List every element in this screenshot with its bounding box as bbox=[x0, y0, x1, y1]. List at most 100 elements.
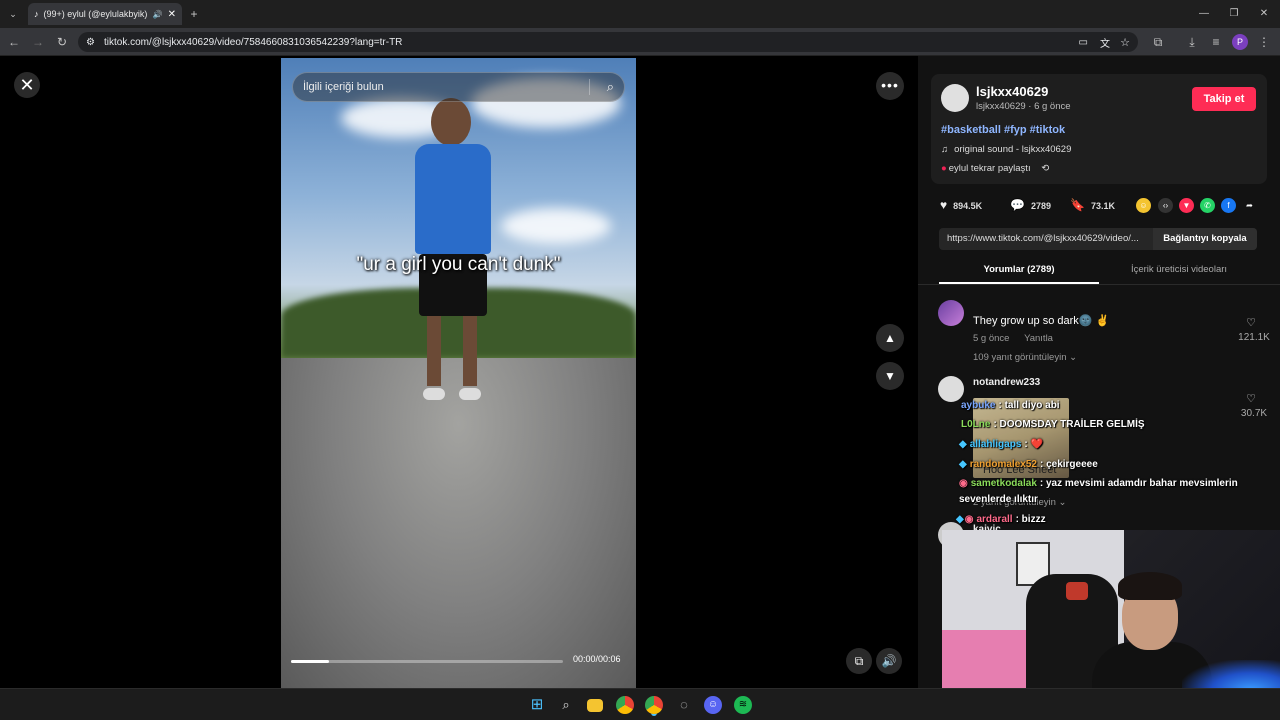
like-stat[interactable]: ♥ 894.5K bbox=[940, 198, 982, 212]
windows-taskbar: ⊞ ⌕ ◌ ☺ ≋ bbox=[0, 688, 1280, 720]
chat-user: randomalex52 bbox=[969, 459, 1037, 470]
reply-link[interactable]: Yanıtla bbox=[1024, 333, 1053, 344]
previous-video-button[interactable]: ▲ bbox=[876, 324, 904, 352]
files-icon[interactable] bbox=[587, 699, 603, 712]
whatsapp-icon[interactable]: ✆ bbox=[1200, 198, 1215, 213]
copy-link-button[interactable]: Bağlantıyı kopyala bbox=[1153, 228, 1257, 250]
view-replies-link[interactable]: 109 yanıt görüntüleyin ⌄ bbox=[973, 352, 1077, 363]
forward-icon[interactable]: → bbox=[30, 33, 46, 51]
comment-time: 5 g önce bbox=[973, 333, 1010, 344]
profile-avatar[interactable]: P bbox=[1232, 34, 1248, 50]
comment-icon: 💬 bbox=[1010, 198, 1025, 212]
tab-list-icon[interactable]: ⌄ bbox=[5, 5, 21, 23]
more-dots-icon: ••• bbox=[881, 77, 899, 93]
heart-icon: ♥ bbox=[940, 198, 948, 212]
streamer-hair bbox=[1118, 572, 1182, 600]
chrome-active-icon[interactable] bbox=[645, 696, 663, 714]
search-icon[interactable]: ⌕ bbox=[607, 73, 614, 101]
video-progress-bar[interactable] bbox=[291, 660, 563, 663]
video-player[interactable]: İlgili içeriği bulun ⌕ "ur a girl you ca… bbox=[281, 58, 636, 688]
back-icon[interactable]: ← bbox=[6, 33, 22, 51]
volume-button[interactable]: 🔊 bbox=[876, 648, 902, 674]
save-count: 73.1K bbox=[1090, 201, 1115, 211]
bookmark-star-icon[interactable]: ☆ bbox=[1120, 36, 1130, 49]
chat-text: sevenlerde ılıktır bbox=[959, 494, 1038, 505]
video-link[interactable]: https://www.tiktok.com/@lsjkxx40629/vide… bbox=[947, 233, 1139, 244]
comment-like-icon[interactable]: ♡ bbox=[1236, 392, 1266, 405]
hashtags[interactable]: #basketball #fyp #tiktok bbox=[941, 124, 1065, 136]
follow-button[interactable]: Takip et bbox=[1192, 87, 1256, 111]
facebook-icon[interactable]: f bbox=[1221, 198, 1236, 213]
close-icon: ✕ bbox=[19, 75, 35, 95]
browser-tab[interactable]: ♪ (99+) eylul (@eylulakbyik) | 🔊 ✕ bbox=[28, 3, 182, 25]
windows-icon[interactable]: ⊞ bbox=[528, 696, 546, 714]
extensions-icon[interactable]: ⧉ bbox=[1150, 33, 1166, 51]
repost-label: eylul tekrar paylaştı bbox=[948, 163, 1031, 174]
chair-logo bbox=[1066, 582, 1088, 600]
music-note-icon: ♫ bbox=[941, 144, 949, 155]
download-icon[interactable]: ⤓ bbox=[1184, 33, 1200, 51]
author-avatar[interactable] bbox=[941, 84, 969, 112]
address-bar[interactable]: ⚙ tiktok.com/@lsjkxx40629/video/75846608… bbox=[78, 32, 1138, 52]
comment-like-icon[interactable]: ♡ bbox=[1236, 316, 1266, 329]
app-icon[interactable]: ◌ bbox=[675, 696, 693, 714]
chat-message: ◉ sametkodalak: yaz mevsimi adamdır bahar… bbox=[959, 478, 1238, 489]
comment-like-count: 30.7K bbox=[1240, 408, 1268, 419]
comment-text: They grow up so dark🌚 ✌ bbox=[973, 315, 1110, 327]
chat-text: : yaz mevsimi adamdır bahar mevsimlerin bbox=[1039, 478, 1238, 489]
install-icon[interactable]: ▭ bbox=[1079, 37, 1088, 48]
chrome-icon[interactable] bbox=[616, 696, 634, 714]
comment-count: 2789 bbox=[1030, 201, 1051, 211]
repost-icon: ⟲ bbox=[1041, 163, 1050, 174]
chat-text: : bizzz bbox=[1015, 514, 1046, 525]
new-tab-icon[interactable]: + bbox=[186, 5, 202, 23]
chat-badge-icon: ◆ bbox=[959, 439, 967, 450]
link-row: https://www.tiktok.com/@lsjkxx40629/vide… bbox=[939, 228, 1257, 250]
video-time: 00:00/00:06 bbox=[573, 654, 621, 664]
browser-tab-bar: ⌄ ♪ (99+) eylul (@eylulakbyik) | 🔊 ✕ + —… bbox=[0, 0, 1280, 28]
tiktok-favicon-icon: ♪ bbox=[34, 9, 39, 19]
repost-row: ● eylul tekrar paylaştı ⟲ bbox=[941, 163, 1049, 174]
chat-badge-icon: ◉ bbox=[964, 514, 974, 525]
comment-username[interactable]: notandrew233 bbox=[973, 377, 1040, 388]
window-close-icon[interactable]: ✕ bbox=[1256, 5, 1272, 23]
chat-user: aybuke bbox=[961, 400, 996, 411]
author-username[interactable]: lsjkxx40629 bbox=[976, 84, 1048, 99]
comment-avatar[interactable] bbox=[938, 300, 964, 326]
chat-message: L0Lne: DOOMSDAY TRAİLER GELMİŞ bbox=[961, 419, 1145, 430]
menu-kebab-icon[interactable]: ⋮ bbox=[1256, 33, 1272, 51]
search-icon[interactable]: ⌕ bbox=[557, 696, 575, 714]
pip-icon: ⧉ bbox=[854, 654, 864, 668]
chat-badge-icon: ◆ bbox=[956, 514, 964, 525]
tab-creator-videos[interactable]: İçerik üreticisi videoları bbox=[1099, 258, 1259, 282]
tabs-divider bbox=[918, 284, 1280, 285]
sound-row[interactable]: ♫ original sound - lsjkxx40629 bbox=[941, 144, 1071, 155]
minimize-icon[interactable]: — bbox=[1196, 5, 1212, 23]
related-search-input[interactable]: İlgili içeriği bulun ⌕ bbox=[292, 72, 625, 102]
speaker-icon[interactable]: 🔊 bbox=[153, 10, 163, 19]
author-subline: lsjkxx40629 · 6 g önce bbox=[976, 101, 1071, 112]
repost-avatar-icon: ● bbox=[941, 163, 947, 174]
share-arrow-icon[interactable]: ➦ bbox=[1242, 198, 1257, 213]
spotify-icon[interactable]: ≋ bbox=[734, 696, 752, 714]
discord-icon[interactable]: ☺ bbox=[704, 696, 722, 714]
translate-icon[interactable]: 文 bbox=[1100, 35, 1110, 50]
tab-comments[interactable]: Yorumlar (2789) bbox=[939, 258, 1099, 284]
comment-avatar[interactable] bbox=[938, 376, 964, 402]
send-icon[interactable]: ▼ bbox=[1179, 198, 1194, 213]
comment-stat[interactable]: 💬 2789 bbox=[1010, 198, 1051, 212]
save-stat[interactable]: 🔖 73.1K bbox=[1070, 198, 1115, 212]
media-icon[interactable]: ≡ bbox=[1208, 33, 1224, 51]
code-icon[interactable]: ‹› bbox=[1158, 198, 1173, 213]
close-video-button[interactable]: ✕ bbox=[14, 72, 40, 98]
restore-icon[interactable]: ❐ bbox=[1226, 5, 1242, 23]
chevron-down-icon: ▼ bbox=[884, 369, 896, 383]
more-options-button[interactable]: ••• bbox=[876, 72, 904, 100]
site-info-icon[interactable]: ⚙ bbox=[86, 37, 95, 48]
reload-icon[interactable]: ↻ bbox=[54, 33, 70, 51]
picture-in-picture-button[interactable]: ⧉ bbox=[846, 648, 872, 674]
close-tab-icon[interactable]: ✕ bbox=[168, 9, 176, 20]
like-count: 894.5K bbox=[953, 201, 983, 211]
next-video-button[interactable]: ▼ bbox=[876, 362, 904, 390]
embed-icon[interactable]: ☺ bbox=[1136, 198, 1151, 213]
